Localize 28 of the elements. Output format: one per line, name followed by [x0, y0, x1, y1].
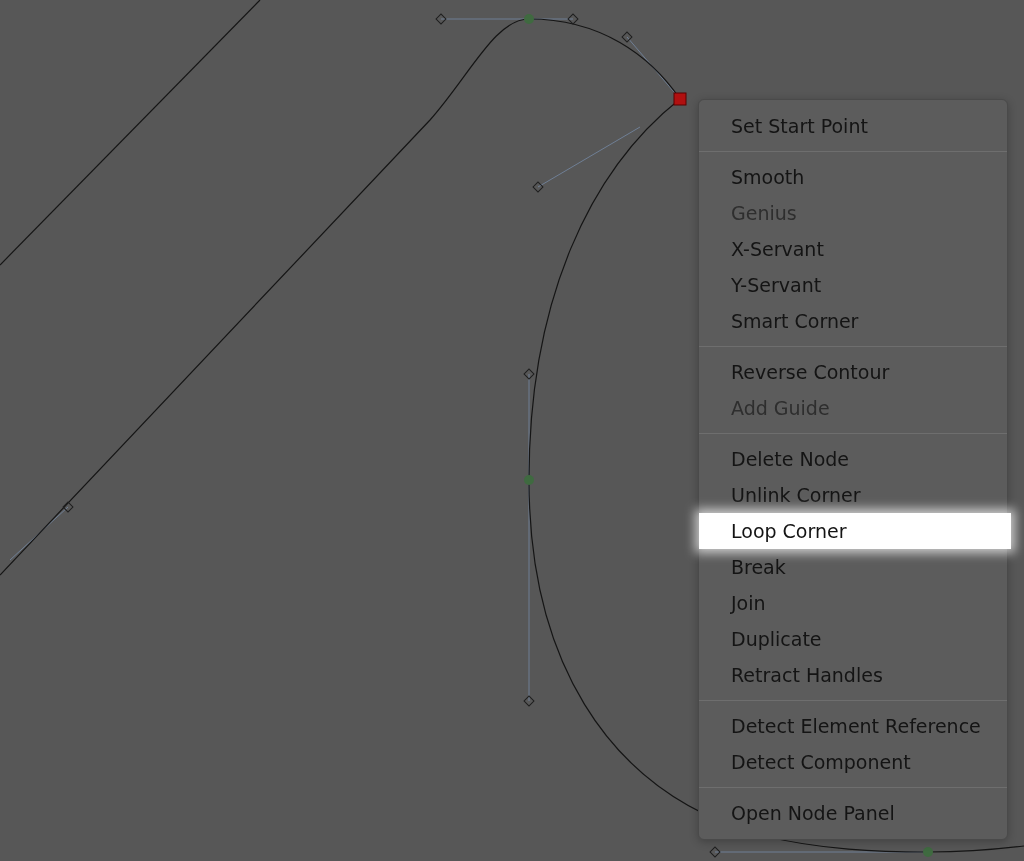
menu-item[interactable]: Detect Element Reference	[699, 708, 1007, 744]
menu-item[interactable]: Smart Corner	[699, 303, 1007, 339]
menu-item[interactable]: Open Node Panel	[699, 795, 1007, 831]
smooth-node-icon[interactable]	[524, 14, 534, 24]
menu-item[interactable]: Unlink Corner	[699, 477, 1007, 513]
menu-item[interactable]: Reverse Contour	[699, 354, 1007, 390]
menu-item[interactable]: Duplicate	[699, 621, 1007, 657]
menu-item[interactable]: Join	[699, 585, 1007, 621]
handle-icon[interactable]	[62, 501, 74, 513]
menu-item[interactable]: Retract Handles	[699, 657, 1007, 693]
menu-item[interactable]: Y-Servant	[699, 267, 1007, 303]
menu-item[interactable]: Detect Component	[699, 744, 1007, 780]
menu-item[interactable]: X-Servant	[699, 231, 1007, 267]
handle-icon[interactable]	[709, 846, 721, 858]
selected-node-icon[interactable]	[673, 92, 687, 106]
handle-icon[interactable]	[532, 181, 544, 193]
handle-icon[interactable]	[523, 368, 535, 380]
menu-item[interactable]: Break	[699, 549, 1007, 585]
smooth-node-icon[interactable]	[923, 847, 933, 857]
handle-icon[interactable]	[621, 31, 633, 43]
handle-icon[interactable]	[523, 695, 535, 707]
handle-icon[interactable]	[435, 13, 447, 25]
menu-item[interactable]: Loop Corner	[699, 513, 1011, 549]
menu-item[interactable]: Set Start Point	[699, 108, 1007, 144]
handle-icon[interactable]	[567, 13, 579, 25]
menu-item[interactable]: Smooth	[699, 159, 1007, 195]
menu-item[interactable]: Delete Node	[699, 441, 1007, 477]
smooth-node-icon[interactable]	[524, 475, 534, 485]
